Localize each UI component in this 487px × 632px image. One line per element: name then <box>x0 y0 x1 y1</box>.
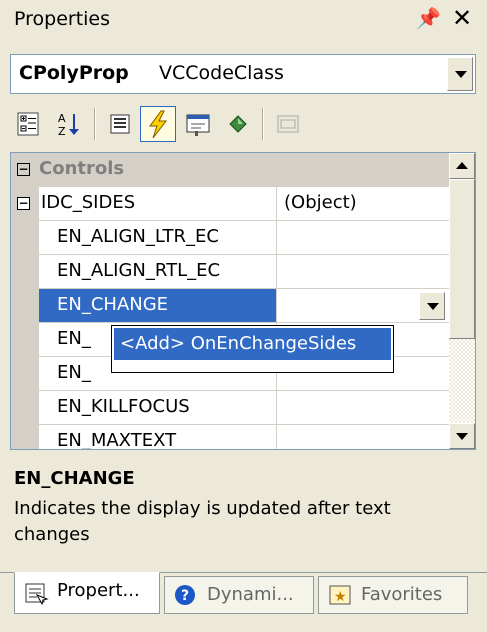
tab-properties-label: Propert... <box>57 580 140 601</box>
add-handler-option[interactable]: <Add> OnEnChangeSides <box>114 328 391 360</box>
property-pages-button[interactable] <box>270 106 306 142</box>
row-margin <box>11 425 39 449</box>
group-name: IDC_SIDES <box>39 187 277 220</box>
category-label: Controls <box>39 158 125 179</box>
handler-dropdown-list: <Add> OnEnChangeSides <box>111 325 394 373</box>
toolbar: A Z <box>10 102 476 146</box>
messages-button[interactable] <box>180 106 216 142</box>
event-row[interactable]: EN_KILLFOCUS <box>11 391 449 425</box>
scroll-thumb[interactable] <box>449 179 475 339</box>
help-icon: ? <box>175 585 195 605</box>
description-text: Indicates the display is updated after t… <box>14 498 391 545</box>
alphabetical-icon: A Z <box>58 112 79 138</box>
row-margin <box>11 391 39 424</box>
events-button[interactable] <box>140 106 176 142</box>
row-margin <box>11 221 39 254</box>
tab-dynamic-help[interactable]: ? Dynami... <box>164 576 314 614</box>
tab-strip: Propert... ? Dynami... ★ Favorites <box>0 568 487 632</box>
group-row[interactable]: − IDC_SIDES (Object) <box>11 187 449 221</box>
row-margin <box>11 289 39 322</box>
event-name: EN_KILLFOCUS <box>39 391 277 424</box>
event-row-selected[interactable]: EN_CHANGE <box>11 289 449 323</box>
collapse-icon[interactable]: − <box>17 163 30 176</box>
chevron-down-icon <box>427 303 439 310</box>
categorized-button[interactable] <box>10 106 46 142</box>
toolbar-separator <box>262 108 264 140</box>
tab-properties[interactable]: Propert... <box>14 572 160 614</box>
description-title: EN_CHANGE <box>14 468 135 489</box>
events-icon <box>149 110 168 139</box>
property-grid: − Controls − IDC_SIDES (Object) EN_ALIGN… <box>10 152 476 450</box>
pin-icon[interactable]: 📌 <box>416 6 441 30</box>
row-margin <box>11 323 39 356</box>
object-name: CPolyProp <box>19 62 129 84</box>
vertical-scrollbar[interactable] <box>449 153 475 449</box>
object-selector[interactable]: CPolyProp VCCodeClass <box>10 54 476 94</box>
event-row[interactable]: EN_ALIGN_RTL_EC <box>11 255 449 289</box>
event-handler[interactable] <box>278 425 449 449</box>
messages-icon <box>186 114 210 136</box>
object-type: VCCodeClass <box>159 62 284 84</box>
event-name: EN_ALIGN_RTL_EC <box>39 255 277 288</box>
object-dropdown-button[interactable] <box>447 57 473 91</box>
svg-text:?: ? <box>181 588 189 604</box>
property-sheet-icon <box>25 583 49 605</box>
event-row[interactable]: EN_MAXTEXT <box>11 425 449 449</box>
row-margin <box>11 255 39 288</box>
properties-icon <box>110 114 130 134</box>
row-margin <box>11 357 39 390</box>
favorites-icon: ★ <box>329 585 351 605</box>
group-value: (Object) <box>284 192 357 213</box>
toolbar-separator <box>94 108 96 140</box>
collapse-icon[interactable]: − <box>17 197 30 210</box>
property-pages-icon <box>277 115 299 133</box>
event-name: EN_MAXTEXT <box>39 425 277 449</box>
event-handler[interactable] <box>278 391 449 424</box>
tab-favorites-label: Favorites <box>361 584 443 605</box>
event-name: EN_CHANGE <box>39 289 277 322</box>
window-title: Properties <box>14 8 111 30</box>
tab-dynamic-help-label: Dynami... <box>207 584 294 605</box>
handler-dropdown-button[interactable] <box>419 292 445 320</box>
event-handler[interactable] <box>278 221 449 254</box>
overrides-icon <box>229 115 247 133</box>
properties-button[interactable] <box>102 106 138 142</box>
event-name: EN_ALIGN_LTR_EC <box>39 221 277 254</box>
chevron-up-icon <box>456 162 468 169</box>
title-bar: Properties 📌 ✕ <box>0 0 487 44</box>
scroll-down-button[interactable] <box>449 423 475 449</box>
alphabetical-button[interactable]: A Z <box>50 106 86 142</box>
scroll-up-button[interactable] <box>449 153 475 179</box>
category-row[interactable]: − Controls <box>11 153 449 187</box>
overrides-button[interactable] <box>220 106 256 142</box>
event-handler[interactable] <box>278 255 449 288</box>
svg-text:★: ★ <box>334 589 347 605</box>
svg-text:Z: Z <box>58 125 66 138</box>
event-row[interactable]: EN_ALIGN_LTR_EC <box>11 221 449 255</box>
svg-text:A: A <box>58 112 66 125</box>
chevron-down-icon <box>455 71 467 78</box>
tab-favorites[interactable]: ★ Favorites <box>318 576 468 614</box>
chevron-down-icon <box>456 433 468 440</box>
close-icon[interactable]: ✕ <box>452 4 472 32</box>
categorized-icon <box>17 112 39 136</box>
